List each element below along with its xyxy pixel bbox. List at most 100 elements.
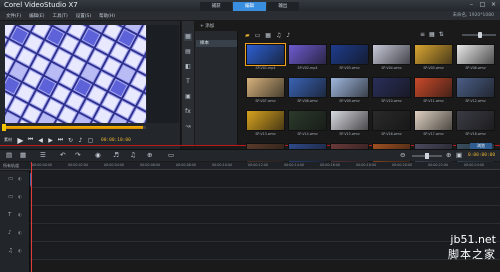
library-thumbnail[interactable]: SP-V14.wmv — [288, 110, 327, 139]
overlay-track[interactable] — [30, 189, 500, 206]
filter-icon[interactable]: fx — [184, 108, 192, 116]
library-thumbnail[interactable]: SP-V08.wmv — [288, 77, 327, 106]
folder-samples[interactable]: 样本 — [196, 40, 237, 47]
thumbnail-image — [245, 43, 286, 66]
music-track[interactable] — [30, 243, 500, 260]
all-tracks-label[interactable]: 所有轨道 — [3, 163, 19, 169]
overlay-track-icon: ▭ — [8, 194, 14, 200]
voice-track[interactable] — [30, 225, 500, 242]
library-thumbnail[interactable]: SP-V17.wmv — [414, 110, 453, 139]
thumbnail-image — [288, 110, 327, 131]
menu-tools[interactable]: 工具(T) — [52, 13, 67, 19]
storyboard-view-icon[interactable]: ▤ — [6, 151, 12, 159]
instant-project-icon[interactable]: ▤ — [184, 48, 192, 56]
video-track-lock-icon[interactable]: ◐ — [18, 177, 22, 182]
tab-edit[interactable]: 编辑 — [233, 2, 266, 11]
thumbnail-image — [372, 110, 411, 131]
ruler-tick-label: 00:00:18:00 — [356, 163, 377, 167]
skip-end-icon[interactable]: ⏭ — [57, 136, 64, 144]
title-track-lock-icon[interactable]: ◐ — [18, 213, 22, 218]
music-track-lock-icon[interactable]: ◐ — [18, 249, 22, 254]
play-icon[interactable]: ▶ — [17, 136, 24, 145]
show-photo-icon[interactable]: ▦ — [265, 32, 271, 39]
zoom-in-icon[interactable]: ⊕ — [446, 151, 451, 159]
ruler-tick-label: 00:00:04:00 — [104, 163, 125, 167]
menu-edit[interactable]: 编辑(E) — [29, 13, 44, 19]
sort-icon[interactable]: ⇅ — [439, 31, 444, 38]
timeline-view-icon[interactable]: ▦ — [20, 151, 26, 159]
library-thumbnail[interactable]: SP-V16.wmv — [372, 110, 411, 139]
overlay-track-lock-icon[interactable]: ◐ — [18, 195, 22, 200]
transition-icon[interactable]: ◧ — [184, 63, 192, 71]
step-back-icon[interactable]: ◀ — [37, 137, 44, 144]
library-thumbnail[interactable]: SP-V12.wmv — [456, 77, 495, 106]
redo-icon[interactable]: ↷ — [75, 151, 80, 159]
playhead[interactable] — [31, 162, 32, 272]
preview-side-panel — [147, 25, 179, 123]
library-thumbnail[interactable]: SP-V04.wmv — [372, 44, 411, 73]
tab-capture[interactable]: 捕获 — [200, 2, 233, 11]
maximize-icon[interactable]: □ — [479, 1, 486, 8]
menu-help[interactable]: 帮助(H) — [99, 13, 115, 19]
library-thumbnail[interactable]: SP-V05.wmv — [414, 44, 453, 73]
volume-icon[interactable]: ♪ — [77, 137, 84, 144]
ruler-tick-label: 00:00:00:00 — [32, 163, 53, 167]
step-forward-icon[interactable]: ▶ — [47, 137, 54, 144]
library-thumbnail[interactable]: SP-V11.wmv — [414, 77, 453, 106]
record-icon[interactable]: ◉ — [95, 151, 101, 159]
thumb-zoom-knob[interactable] — [478, 32, 482, 38]
library-thumbnail[interactable]: SP-V07.wmv — [246, 77, 285, 106]
library-thumbnail[interactable]: SP-V13.wmv — [246, 110, 285, 139]
auto-music-icon[interactable]: ♫ — [130, 151, 136, 159]
timeline-timecode[interactable]: 0:00:00:00 — [468, 153, 495, 158]
minimize-icon[interactable]: – — [468, 1, 475, 8]
media-icon[interactable]: ▦ — [184, 33, 192, 41]
scrub-handle[interactable] — [2, 124, 6, 131]
audio-icon[interactable]: ♪ — [286, 32, 290, 39]
path-icon[interactable]: ↝ — [184, 123, 192, 131]
show-video-icon[interactable]: ▭ — [255, 32, 261, 39]
menu-file[interactable]: 文件(F) — [6, 13, 21, 19]
skip-start-icon[interactable]: ⏮ — [27, 136, 34, 144]
subtitle-icon[interactable]: ▭ — [168, 151, 174, 159]
menu-settings[interactable]: 设置(S) — [76, 13, 91, 19]
player-timecode[interactable]: 00:00:10:00 — [101, 138, 131, 143]
motion-track-icon[interactable]: ⊕ — [147, 151, 152, 159]
library-thumbnail[interactable]: SP-V01.mp4 — [245, 43, 286, 73]
title-track[interactable] — [30, 207, 500, 224]
undo-icon[interactable]: ↶ — [60, 151, 65, 159]
tab-share[interactable]: 输出 — [266, 2, 299, 11]
fit-icon[interactable]: ▣ — [456, 151, 462, 159]
track-manager-icon[interactable]: ☰ — [40, 151, 46, 159]
library-thumbnail[interactable]: SP-V18.wmv — [456, 110, 495, 139]
mode-label[interactable]: 素材 — [4, 137, 12, 143]
app-title: Corel VideoStudio X7 — [4, 1, 78, 9]
grid-view-icon[interactable]: ▦ — [429, 31, 435, 38]
close-icon[interactable]: × — [490, 1, 497, 8]
scrub-bar[interactable] — [5, 126, 146, 129]
library-thumbnail[interactable]: SP-V15.wmv — [330, 110, 369, 139]
thumbnail-label: SP-V14.wmv — [297, 132, 318, 136]
ruler-tick-label: 00:00:08:00 — [176, 163, 197, 167]
folder-open-icon[interactable]: ▰ — [245, 32, 250, 39]
voice-track-lock-icon[interactable]: ◐ — [18, 231, 22, 236]
thumbnail-label: SP-V05.wmv — [423, 66, 444, 70]
library-thumbnail[interactable]: SP-V02.mp4 — [288, 44, 327, 73]
hd-icon[interactable]: ▢ — [87, 137, 94, 144]
zoom-out-icon[interactable]: ⊖ — [400, 151, 405, 159]
repeat-icon[interactable]: ↻ — [67, 137, 74, 144]
library-thumbnail[interactable]: SP-V03.wmv — [330, 44, 369, 73]
graphic-icon[interactable]: ▣ — [184, 93, 192, 101]
timeline-zoom-knob[interactable] — [425, 153, 429, 159]
preview-video[interactable] — [5, 25, 146, 123]
library-thumbnail[interactable]: SP-V10.wmv — [372, 77, 411, 106]
show-audio-icon[interactable]: ♫ — [276, 32, 281, 39]
library-thumbnail[interactable]: SP-V09.wmv — [330, 77, 369, 106]
sound-mixer-icon[interactable]: ♬ — [113, 151, 119, 159]
library-thumbnail[interactable]: SP-V06.wmv — [456, 44, 495, 73]
ruler-tick-label: 00:00:02:00 — [68, 163, 89, 167]
add-folder-button[interactable]: + 添加 — [200, 23, 214, 29]
list-view-icon[interactable]: ≡ — [420, 31, 425, 38]
title-icon[interactable]: T — [184, 78, 192, 86]
video-track[interactable] — [30, 171, 500, 188]
